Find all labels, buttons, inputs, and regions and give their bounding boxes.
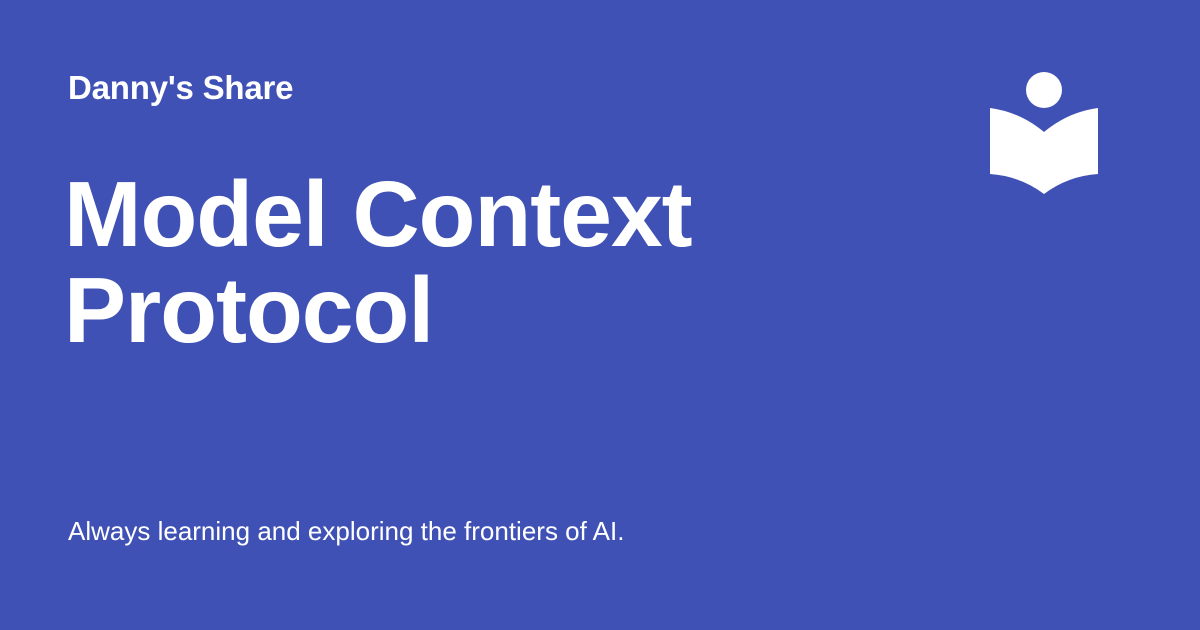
page-title: Model Context Protocol <box>64 162 693 362</box>
site-name: Danny's Share <box>68 69 294 106</box>
social-card: Danny's Share Model Context Protocol Alw… <box>0 0 1200 630</box>
reader-book-icon <box>988 70 1100 198</box>
site-tagline: Always learning and exploring the fronti… <box>68 516 625 546</box>
